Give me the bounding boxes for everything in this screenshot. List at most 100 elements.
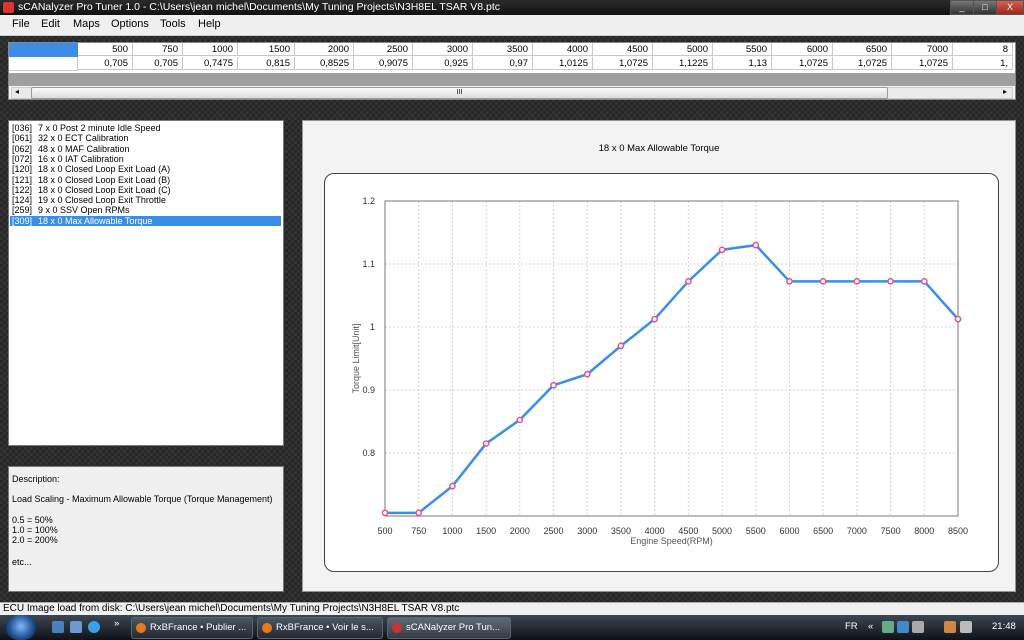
table-value-cell[interactable]: 0,97 (473, 57, 533, 70)
tray-notify-icon[interactable] (944, 621, 956, 633)
table-header-cell[interactable]: 2000 (295, 43, 354, 56)
start-button[interactable] (6, 615, 36, 640)
map-id: [061] (12, 133, 33, 144)
x-tick-label: 1000 (442, 526, 462, 536)
table-header-cell[interactable]: 1000 (183, 43, 238, 56)
table-header-cell[interactable]: 2500 (354, 43, 413, 56)
map-list-item[interactable]: [036] 7 x 0 Post 2 minute Idle Speed (10, 123, 281, 133)
x-tick-label: 4500 (678, 526, 698, 536)
map-id: [259] (12, 205, 33, 216)
close-button[interactable]: X (996, 0, 1024, 15)
language-indicator[interactable]: FR (845, 621, 858, 632)
map-list-item[interactable]: [124] 19 x 0 Closed Loop Exit Throttle (10, 195, 281, 205)
map-name: 48 x 0 MAF Calibration (38, 143, 130, 154)
minimize-button[interactable]: _ (950, 0, 974, 15)
menu-bar: File Edit Maps Options Tools Help (0, 15, 1024, 36)
map-name: 16 x 0 IAT Calibration (38, 153, 124, 164)
table-value-cell[interactable]: 0,705 (78, 57, 133, 70)
task-firefox-voir[interactable]: RxBFrance • Voir le s... (257, 617, 383, 639)
scroll-left-arrow-icon[interactable]: ◂ (15, 87, 19, 96)
map-list-item[interactable]: [121] 18 x 0 Closed Loop Exit Load (B) (10, 175, 281, 185)
data-point (819, 277, 827, 285)
table-header-cell[interactable]: 1500 (238, 43, 295, 56)
internet-explorer-icon[interactable] (88, 621, 100, 633)
table-header-cell[interactable]: 5000 (653, 43, 713, 56)
x-tick-label: 1500 (476, 526, 496, 536)
map-list-item[interactable]: [120] 18 x 0 Closed Loop Exit Load (A) (10, 164, 281, 174)
table-value-cell[interactable]: 1,0725 (593, 57, 653, 70)
table-corner-cell[interactable] (9, 43, 78, 57)
quicklaunch-expand-icon[interactable]: » (114, 618, 119, 629)
map-list-item[interactable]: [122] 18 x 0 Closed Loop Exit Load (C) (10, 185, 281, 195)
menu-options[interactable]: Options (111, 18, 149, 30)
map-list: [036] 7 x 0 Post 2 minute Idle Speed [061]… (8, 120, 284, 446)
table-header-cell[interactable]: 5500 (713, 43, 772, 56)
table-header-cell[interactable]: 3000 (413, 43, 473, 56)
task-firefox-publier[interactable]: RxBFrance • Publier ... (131, 617, 253, 639)
table-value-cell[interactable]: 1,0725 (772, 57, 833, 70)
table-header-cell[interactable]: 500 (78, 43, 133, 56)
menu-maps[interactable]: Maps (73, 18, 100, 30)
table-header-cell[interactable]: 8 (953, 43, 1013, 56)
status-text: ECU Image load from disk: C:\Users\jean … (3, 603, 460, 614)
table-value-cell[interactable]: 1,0725 (892, 57, 953, 70)
task-scanalyzer[interactable]: sCANalyzer Pro Tun... (387, 617, 511, 639)
table-value-cell[interactable]: 0,925 (413, 57, 473, 70)
scroll-thumb[interactable]: III (31, 87, 888, 99)
app-icon (3, 2, 14, 13)
map-name: 18 x 0 Max Allowable Torque (38, 215, 153, 226)
maximize-button[interactable]: □ (973, 0, 997, 15)
menu-tools[interactable]: Tools (160, 18, 186, 30)
data-point (381, 509, 389, 517)
clock[interactable]: 21:48 (992, 621, 1016, 632)
table-value-cell[interactable]: 0,9075 (354, 57, 413, 70)
show-desktop-icon[interactable] (52, 621, 64, 633)
x-tick-label: 5500 (746, 526, 766, 536)
table-header-cell[interactable]: 6500 (833, 43, 892, 56)
table-value-cell[interactable]: 0,815 (238, 57, 295, 70)
menu-file[interactable]: File (12, 18, 30, 30)
torque-chart[interactable]: 500 750 1000 1500 2000 2500 3000 3500 4000 4500 50… (325, 174, 998, 571)
table-value-cell[interactable]: 0,7475 (183, 57, 238, 70)
x-tick-label: 8000 (914, 526, 934, 536)
table-value-cell[interactable]: 1,1225 (653, 57, 713, 70)
table-value-cell[interactable]: 1, (953, 57, 1013, 70)
data-point (685, 277, 692, 285)
table-value-cell[interactable]: 1,0125 (533, 57, 593, 70)
table-header-cell[interactable]: 750 (133, 43, 183, 56)
map-name: 7 x 0 Post 2 minute Idle Speed (38, 123, 161, 133)
x-tick-label: 7500 (881, 526, 901, 536)
map-list-item[interactable]: [062] 48 x 0 MAF Calibration (10, 144, 281, 154)
description-line: 0.5 = 50% (12, 515, 53, 525)
data-point (718, 246, 726, 254)
table-header-cell[interactable]: 6000 (772, 43, 833, 56)
menu-help[interactable]: Help (198, 18, 221, 30)
menu-edit[interactable]: Edit (41, 18, 60, 30)
x-tick-label: 7000 (847, 526, 867, 536)
table-value-cell[interactable]: 1,0725 (833, 57, 892, 70)
table-header-cell[interactable]: 4000 (533, 43, 593, 56)
description-text: Load Scaling - Maximum Allowable Torque … (12, 494, 273, 504)
table-header-cell[interactable]: 7000 (892, 43, 953, 56)
scroll-right-arrow-icon[interactable]: ▸ (1003, 87, 1007, 96)
volume-icon[interactable] (960, 621, 972, 633)
table-value-cell[interactable]: 0,705 (133, 57, 183, 70)
table-header-cell[interactable]: 4500 (593, 43, 653, 56)
map-list-item[interactable]: [309] 18 x 0 Max Allowable Torque (10, 215, 281, 226)
switch-windows-icon[interactable] (70, 621, 82, 633)
firefox-icon (136, 623, 146, 633)
x-axis-label: Engine Speed(RPM) (630, 536, 713, 546)
table-header-cell[interactable]: 3500 (473, 43, 533, 56)
tray-expand-icon[interactable]: « (868, 621, 873, 632)
table-value-cell[interactable]: 0,8525 (295, 57, 354, 70)
table-row-header[interactable] (9, 57, 78, 71)
table-value-cell[interactable]: 1,13 (713, 57, 772, 70)
map-list-item[interactable]: [259] 9 x 0 SSV Open RPMs (10, 205, 281, 215)
x-tick-label: 3000 (577, 526, 597, 536)
map-list-item[interactable]: [061] 32 x 0 ECT Calibration (10, 133, 281, 143)
description-line: 1.0 = 100% (12, 525, 58, 535)
tray-app-icon[interactable] (882, 621, 894, 633)
network-icon[interactable] (897, 621, 909, 633)
map-list-item[interactable]: [072] 16 x 0 IAT Calibration (10, 154, 281, 164)
tray-device-icon[interactable] (912, 621, 924, 633)
